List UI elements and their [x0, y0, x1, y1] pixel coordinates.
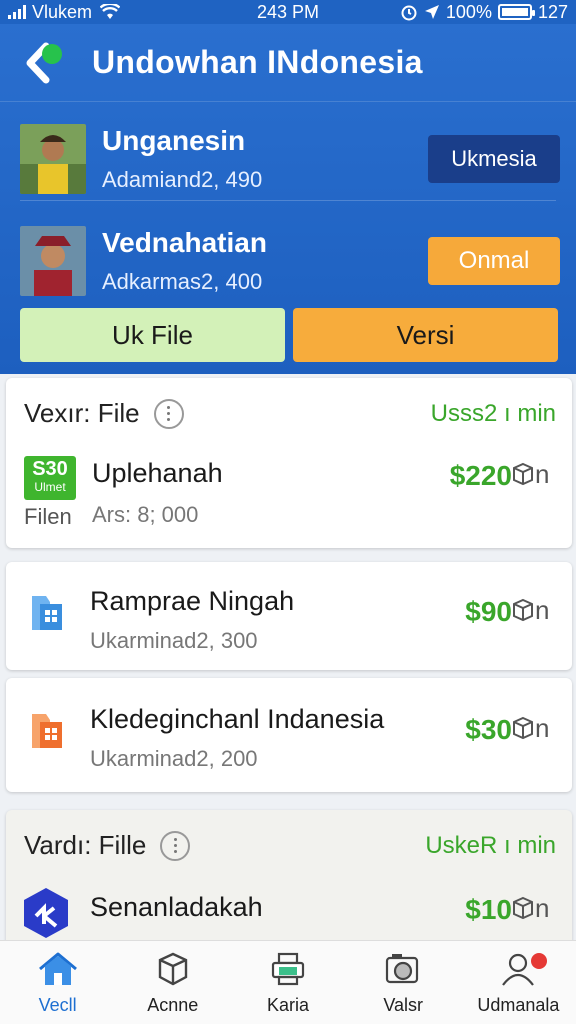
- tab-home[interactable]: Vecll: [0, 941, 115, 1024]
- cart-suffix: n: [535, 712, 550, 743]
- cart-button[interactable]: n: [512, 892, 554, 923]
- location-icon: [424, 5, 439, 19]
- battery-icon: [497, 4, 535, 20]
- person-name: Vednahatian: [102, 227, 267, 258]
- file-section-card: Vardı: Fille UskeR ı min Senanladakah $1…: [6, 810, 572, 950]
- file-card[interactable]: Kledeginchanl Indanesia Ukarminad2, 200 …: [6, 678, 572, 792]
- action-buttons: Uk File Versi: [20, 308, 558, 362]
- page-title: Undowhan INdonesia: [92, 44, 423, 80]
- tab-acnne[interactable]: Acnne: [115, 941, 230, 1024]
- tab-valsr[interactable]: Valsr: [346, 941, 461, 1024]
- badge-big: S30: [32, 458, 68, 480]
- more-icon[interactable]: [153, 398, 184, 429]
- item-title: Kledeginchanl Indanesia: [90, 704, 385, 734]
- item-title: Ramprae Ningah: [90, 586, 295, 616]
- signal-icon: [8, 5, 26, 19]
- section-title: Vexır: File: [24, 398, 140, 428]
- box-icon: [513, 716, 533, 740]
- cart-suffix: n: [535, 594, 550, 625]
- divider: [20, 200, 556, 201]
- avatar: [20, 124, 86, 194]
- box-icon: [513, 598, 533, 622]
- person-name: Unganesin: [102, 125, 246, 156]
- person-info: Unganesin Adamiand2, 490: [102, 125, 262, 193]
- item-subtitle: Ukarminad2, 300: [90, 628, 258, 653]
- printer-icon: [271, 952, 305, 986]
- item-subtitle: Ukarminad2, 200: [90, 746, 258, 771]
- more-icon[interactable]: [160, 830, 191, 861]
- status-extra: 127: [537, 1, 568, 22]
- carrier-name: Vlukem: [32, 1, 93, 22]
- file-section-card: Vexır: File Usss2 ı min S30 Ulmet Upleha…: [6, 378, 572, 548]
- section-tag: Usss2 ı min: [430, 400, 556, 427]
- box-icon: [513, 462, 533, 486]
- status-bar: Vlukem 243 PM 100% 127: [0, 0, 576, 24]
- item-title: Senanladakah: [90, 892, 263, 922]
- top-bar: Undowhan INdonesia: [0, 24, 576, 102]
- person-row: Vednahatian Adkarmas2, 400 Onmal: [20, 216, 560, 306]
- battery-percent: 100%: [445, 1, 492, 22]
- wifi-icon: [100, 4, 121, 19]
- section-title: Vardı: Fille: [24, 830, 147, 860]
- tab-label: Vecll: [38, 995, 77, 1015]
- file-card[interactable]: Ramprae Ningah Ukarminad2, 300 $90 n: [6, 562, 572, 670]
- section-header: Vexır: File: [24, 398, 184, 429]
- camera-icon: [386, 954, 419, 984]
- home-icon: [38, 952, 77, 985]
- section-header: Vardı: Fille: [24, 830, 191, 861]
- box-icon: [158, 952, 187, 986]
- price-badge-icon: S30 Ulmet: [24, 456, 76, 500]
- file-label: Filen: [24, 504, 72, 529]
- online-dot: [42, 43, 62, 64]
- tab-label: Valsr: [383, 995, 424, 1015]
- person-subtitle: Adkarmas2, 400: [102, 269, 263, 294]
- tab-label: Udmanala: [477, 995, 560, 1015]
- bottom-tab-bar: Vecll Acnne Karia Valsr Udmanala: [0, 940, 576, 1024]
- person-row: Unganesin Adamiand2, 490 Ukmesia: [20, 114, 560, 204]
- person-action-button[interactable]: Onmal: [428, 237, 560, 285]
- badge-small: Ulmet: [34, 480, 66, 494]
- cart-button[interactable]: n: [512, 458, 554, 489]
- person-subtitle: Adamiand2, 490: [102, 167, 263, 192]
- cart-suffix: n: [535, 892, 550, 923]
- tab-profile[interactable]: Udmanala: [461, 941, 576, 1024]
- cart-button[interactable]: n: [512, 594, 554, 625]
- tab-karia[interactable]: Karia: [230, 941, 345, 1024]
- header: Undowhan INdonesia Unganesin Adamiand2, …: [0, 24, 576, 374]
- uk-file-button[interactable]: Uk File: [20, 308, 285, 362]
- person-action-button[interactable]: Ukmesia: [428, 135, 560, 183]
- section-tag: UskeR ı min: [425, 832, 556, 859]
- item-price: $10: [465, 894, 512, 925]
- alarm-icon: [401, 5, 417, 21]
- app-logo-icon: [24, 888, 68, 938]
- document-orange-icon: [32, 714, 62, 748]
- versi-button[interactable]: Versi: [293, 308, 558, 362]
- document-blue-icon: [32, 596, 62, 630]
- item-title: Uplehanah: [92, 458, 223, 488]
- back-button[interactable]: [18, 36, 72, 90]
- tab-label: Acnne: [147, 995, 199, 1015]
- tab-label: Karia: [266, 995, 310, 1015]
- person-info: Vednahatian Adkarmas2, 400: [102, 227, 267, 295]
- notification-dot: [530, 953, 547, 969]
- box-icon: [513, 896, 533, 920]
- item-price: $30: [465, 714, 512, 745]
- item-price: $90: [465, 596, 512, 627]
- avatar: [20, 226, 86, 296]
- item-subtitle: Ars: 8; 000: [92, 502, 199, 527]
- cart-button[interactable]: n: [512, 712, 554, 743]
- item-price: $220: [449, 460, 512, 491]
- cart-suffix: n: [535, 458, 550, 489]
- chevron-left-icon: [26, 42, 50, 83]
